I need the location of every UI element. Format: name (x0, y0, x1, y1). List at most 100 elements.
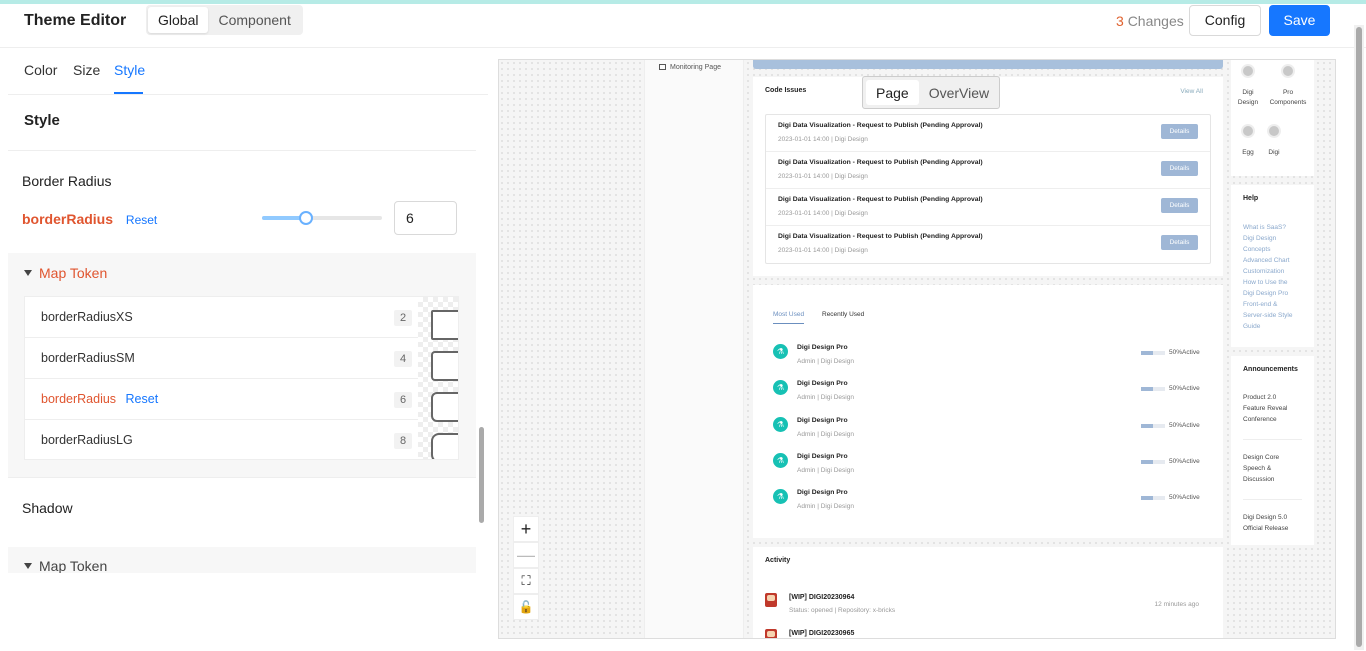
avatar (765, 593, 777, 607)
tab-color[interactable]: Color (24, 62, 57, 78)
shadow-map-token-toggle[interactable]: Map Token (24, 558, 107, 573)
avatar[interactable] (1241, 64, 1255, 78)
usage-progress (1141, 424, 1165, 428)
usage-progress-fill (1141, 351, 1153, 355)
issue-row: Digi Data Visualization - Request to Pub… (766, 189, 1210, 226)
mode-component[interactable]: Component (208, 7, 300, 33)
map-token-row[interactable]: borderRadiusSM 4 (25, 338, 418, 379)
activity-item-title: [WIP] DIGI20230965 (789, 630, 855, 637)
view-overview[interactable]: OverView (919, 80, 999, 105)
flask-icon: ⚗ (773, 489, 788, 504)
tab-most-used[interactable]: Most Used (773, 311, 805, 324)
activity-row: [WIP] DIGI20230965 (765, 629, 1213, 638)
preview-sidebar-item[interactable]: Monitoring Page (659, 64, 721, 71)
help-title: Help (1243, 195, 1259, 202)
issue-details-button[interactable]: Details (1161, 198, 1198, 213)
usage-progress-fill (1141, 424, 1153, 428)
config-button[interactable]: Config (1189, 5, 1261, 36)
usage-title: Digi Design Pro (797, 489, 848, 496)
border-radius-input[interactable]: 6 (394, 201, 457, 235)
usage-title: Digi Design Pro (797, 380, 848, 387)
scrollbar-thumb[interactable] (1356, 27, 1362, 647)
usage-progress (1141, 351, 1165, 355)
tab-recently-used[interactable]: Recently Used (822, 311, 864, 318)
style-section-header: Style (8, 95, 476, 151)
map-token-value: 8 (394, 433, 412, 449)
map-token-row[interactable]: borderRadiusXS 2 (25, 297, 418, 338)
scrollbar-thumb[interactable] (479, 427, 484, 523)
save-button[interactable]: Save (1269, 5, 1330, 36)
border-radius-token-name: borderRadius (22, 211, 114, 227)
zoom-in-button[interactable]: + (513, 516, 539, 542)
activity-card: Activity [WIP] DIGI20230964 Status: open… (753, 547, 1223, 638)
help-link[interactable]: Advanced Chart (1243, 255, 1302, 266)
help-link[interactable]: Customization (1243, 266, 1302, 277)
map-token-name: borderRadiusXS (41, 310, 133, 324)
border-radius-reset-link[interactable]: Reset (126, 213, 157, 227)
page-scrollbar[interactable] (1354, 25, 1364, 650)
view-page[interactable]: Page (866, 80, 919, 105)
help-link[interactable]: Front-end & (1243, 299, 1302, 310)
help-link[interactable]: Server-side Style (1243, 310, 1302, 321)
help-link[interactable]: Digi Design (1243, 233, 1302, 244)
announcement-item[interactable]: Product 2.0 Feature Reveal Conference (1243, 392, 1302, 440)
editor-header: Theme Editor Global Component 3 Changes … (0, 4, 1366, 48)
map-token-toggle[interactable]: Map Token (24, 265, 107, 281)
radius-preview-xs (431, 310, 458, 340)
shadow-section: Shadow (8, 477, 476, 547)
usage-title: Digi Design Pro (797, 417, 848, 424)
help-card: Help What is SaaS? Digi Design Concepts … (1231, 185, 1314, 347)
map-token-row[interactable]: borderRadius Reset 6 (25, 379, 418, 420)
usage-meta: Admin | Digi Design (797, 467, 854, 474)
issue-meta: 2023-01-01 14:00 | Digi Design (778, 136, 868, 143)
usage-status: 50%Active (1169, 494, 1200, 501)
flask-icon: ⚗ (773, 417, 788, 432)
issue-details-button[interactable]: Details (1161, 124, 1198, 139)
map-token-reset-link[interactable]: Reset (126, 392, 159, 406)
mode-global[interactable]: Global (148, 7, 209, 33)
map-token-value: 6 (394, 392, 412, 408)
help-link[interactable]: What is SaaS? (1243, 222, 1302, 233)
map-token-name: borderRadiusLG (41, 433, 133, 447)
slider-handle[interactable] (299, 211, 314, 225)
zoom-out-button[interactable]: — (513, 542, 539, 568)
usage-title: Digi Design Pro (797, 344, 848, 351)
avatar[interactable] (1281, 64, 1295, 78)
usage-row: ⚗ Digi Design Pro Admin | Digi Design 50%Ac… (773, 378, 1203, 414)
view-all-link[interactable]: View All (1180, 88, 1203, 95)
map-token-row[interactable]: borderRadiusLG 8 (25, 420, 418, 459)
tab-size[interactable]: Size (73, 62, 100, 78)
usage-status: 50%Active (1169, 349, 1200, 356)
announcement-item[interactable]: Design Core Speech & Discussion (1243, 452, 1302, 500)
issue-details-button[interactable]: Details (1161, 161, 1198, 176)
issue-title: Digi Data Visualization - Request to Pub… (778, 196, 983, 203)
fit-view-button[interactable]: ⛶ (513, 568, 539, 594)
issue-meta: 2023-01-01 14:00 | Digi Design (778, 173, 868, 180)
border-radius-slider[interactable] (262, 211, 382, 225)
help-link[interactable]: Digi Design Pro (1243, 288, 1302, 299)
style-token-list: Style Border Radius borderRadius Reset 6… (8, 95, 476, 573)
help-link[interactable]: Guide (1243, 321, 1302, 332)
avatar[interactable] (1267, 124, 1281, 138)
help-link[interactable]: Concepts (1243, 244, 1302, 255)
tab-style[interactable]: Style (114, 62, 145, 78)
avatar[interactable] (1241, 124, 1255, 138)
usage-progress (1141, 460, 1165, 464)
usage-meta: Admin | Digi Design (797, 503, 854, 510)
shadow-map-token-label: Map Token (39, 558, 108, 573)
changes-indicator[interactable]: 3 Changes (1116, 13, 1184, 29)
help-link[interactable]: How to Use the (1243, 277, 1302, 288)
activity-row: [WIP] DIGI20230964 Status: opened | Repo… (765, 593, 1213, 619)
map-token-name: borderRadius Reset (41, 392, 158, 406)
issue-details-button[interactable]: Details (1161, 235, 1198, 250)
usage-title: Digi Design Pro (797, 453, 848, 460)
token-list-scrollbar[interactable] (478, 95, 486, 573)
issue-row: Digi Data Visualization - Request to Pub… (766, 115, 1210, 152)
lock-button[interactable]: 🔓 (513, 594, 539, 620)
preview-canvas[interactable]: Monitoring Page Code Issues View All Dig… (498, 59, 1336, 639)
caret-down-icon (24, 270, 32, 276)
usage-row: ⚗ Digi Design Pro Admin | Digi Design 50%Ac… (773, 487, 1203, 523)
usage-meta: Admin | Digi Design (797, 358, 854, 365)
announcement-item[interactable]: Digi Design 5.0 Official Release (1243, 512, 1302, 534)
activity-title: Activity (765, 557, 791, 564)
